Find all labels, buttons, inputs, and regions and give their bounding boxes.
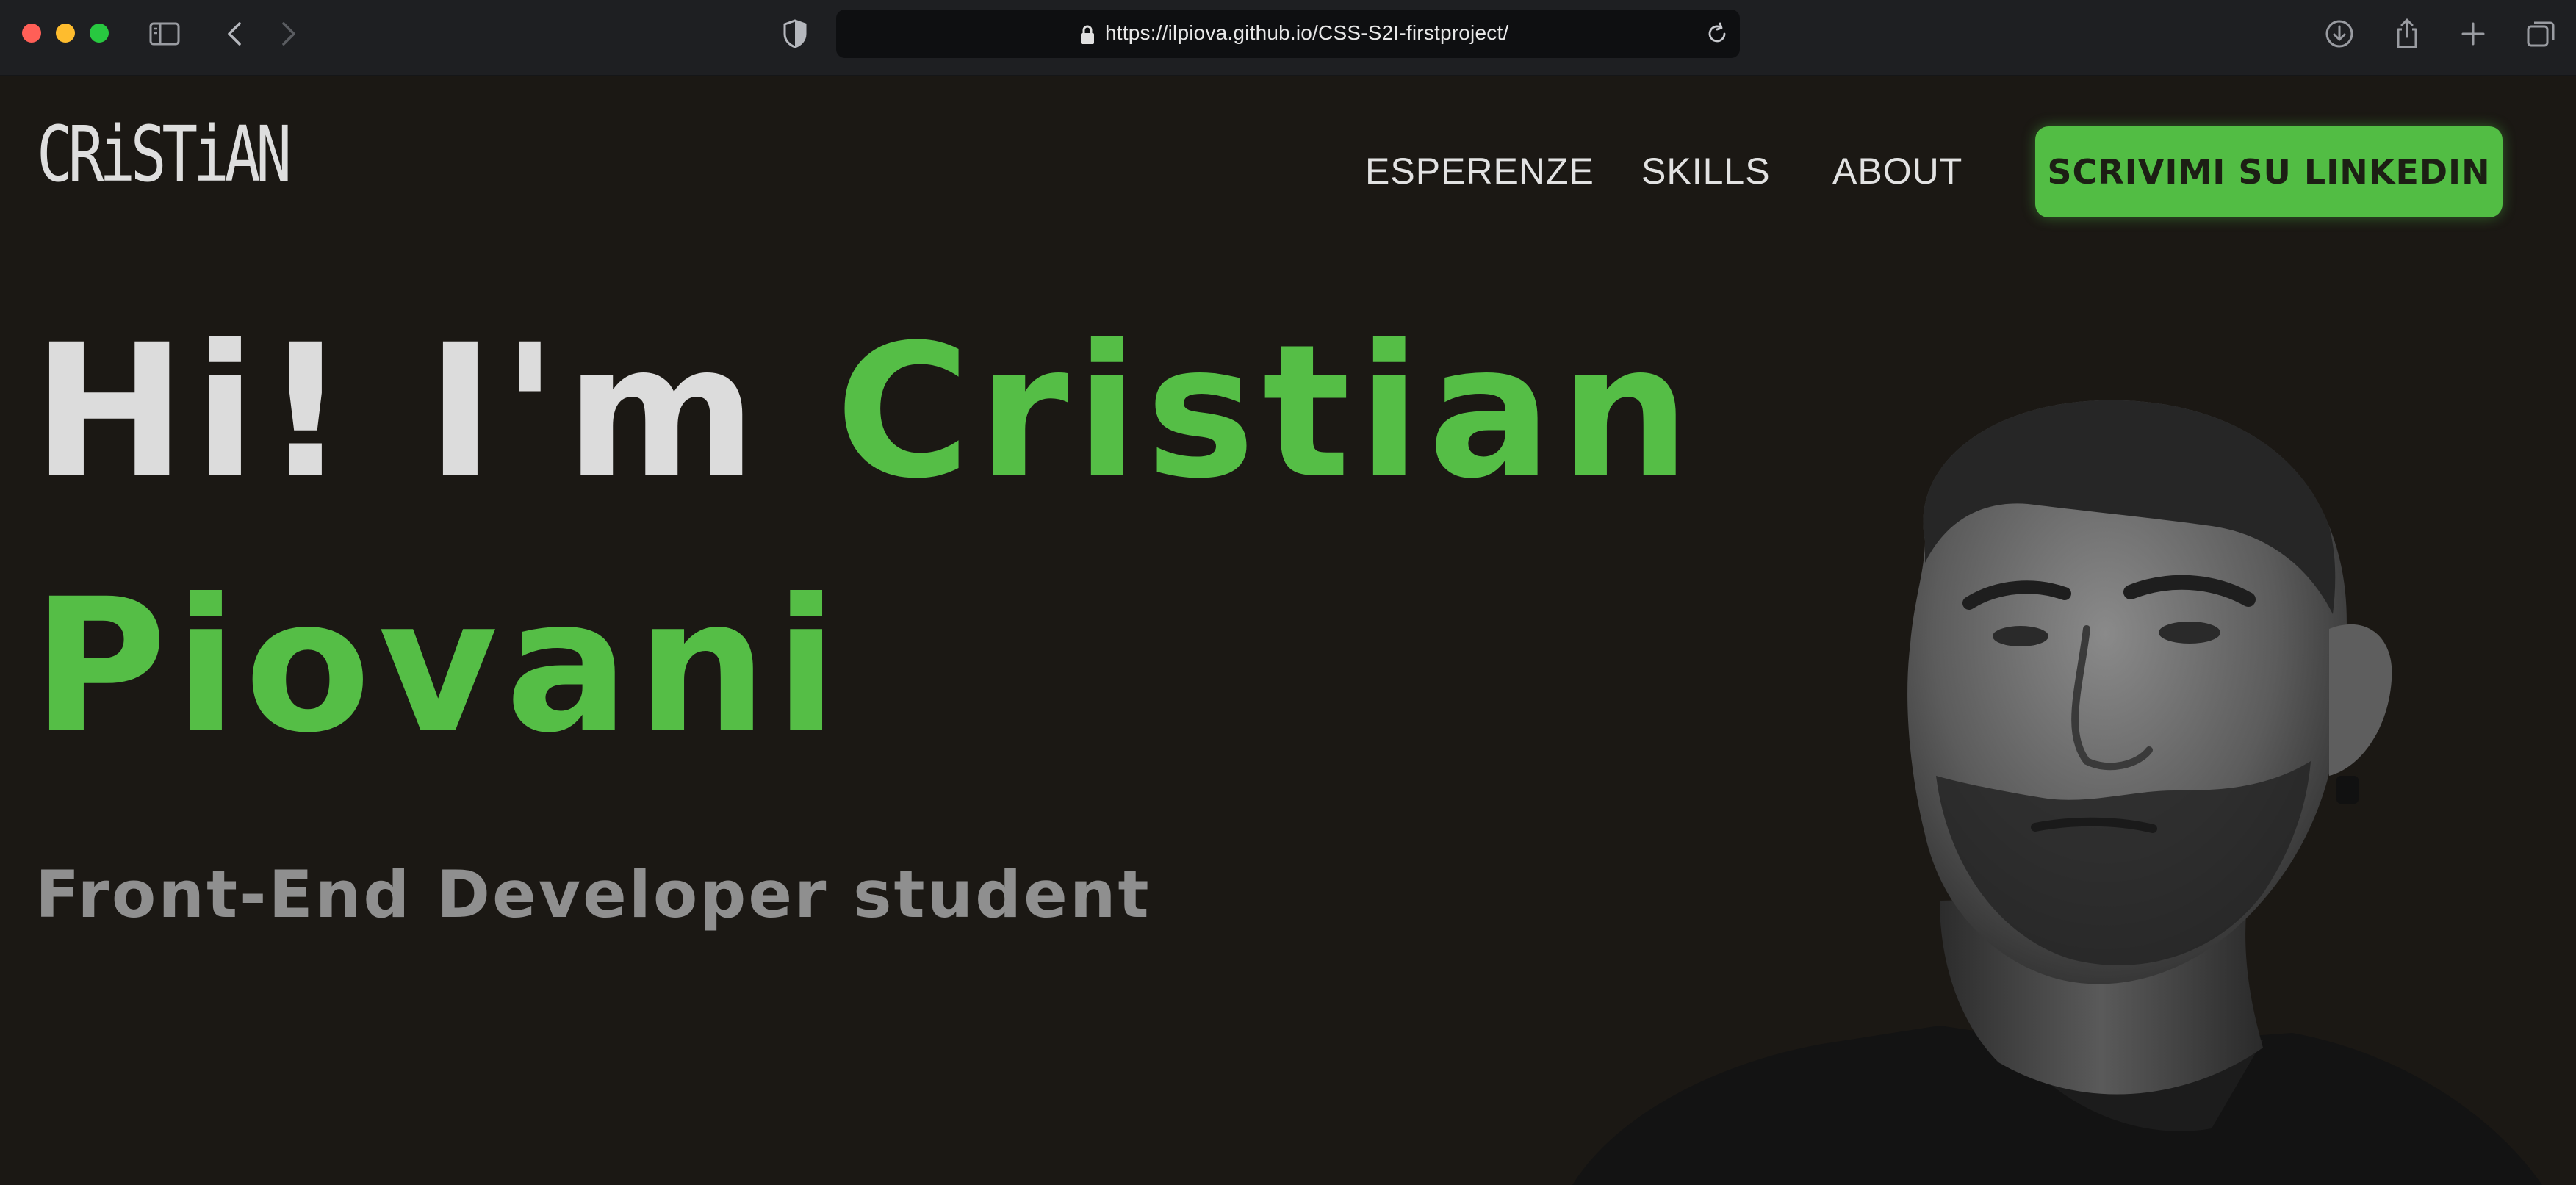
address-bar[interactable]: https://ilpiova.github.io/CSS-S2I-firstp… <box>836 10 1740 58</box>
hero-last-name: Piovani <box>32 559 846 773</box>
hero-subtitle: Front-End Developer student <box>35 857 1151 932</box>
page: CRiSTiAN ESPERENZE SKILLS ABOUT SCRIVIMI… <box>0 78 2576 1185</box>
download-icon[interactable] <box>2322 16 2357 51</box>
nav-about[interactable]: ABOUT <box>1832 150 1962 192</box>
hero-heading-line-1: Hi! I'm Cristian <box>32 320 1697 504</box>
url-text: https://ilpiova.github.io/CSS-S2I-firstp… <box>1105 21 1509 44</box>
new-tab-icon[interactable] <box>2456 16 2491 51</box>
hero-greeting: Hi! I'm <box>32 305 765 519</box>
linkedin-cta-button[interactable]: SCRIVIMI SU LINKEDIN <box>2035 126 2503 217</box>
nav-skills[interactable]: SKILLS <box>1641 150 1771 192</box>
minimize-window-button[interactable] <box>56 24 75 43</box>
browser-toolbar: https://ilpiova.github.io/CSS-S2I-firstp… <box>0 0 2576 76</box>
forward-icon[interactable] <box>270 16 306 51</box>
sidebar-icon[interactable] <box>147 16 182 51</box>
zoom-window-button[interactable] <box>90 24 109 43</box>
portrait-photo <box>1572 400 2542 1185</box>
site-logo[interactable]: CRiSTiAN <box>37 116 292 192</box>
shield-icon[interactable] <box>777 16 813 51</box>
lock-icon <box>1081 25 1094 44</box>
back-icon[interactable] <box>217 16 253 51</box>
nav-esperienze[interactable]: ESPERENZE <box>1365 150 1594 192</box>
tabs-overview-icon[interactable] <box>2523 16 2558 51</box>
share-icon[interactable] <box>2389 16 2425 51</box>
close-window-button[interactable] <box>22 24 41 43</box>
reload-icon[interactable] <box>1705 21 1730 46</box>
